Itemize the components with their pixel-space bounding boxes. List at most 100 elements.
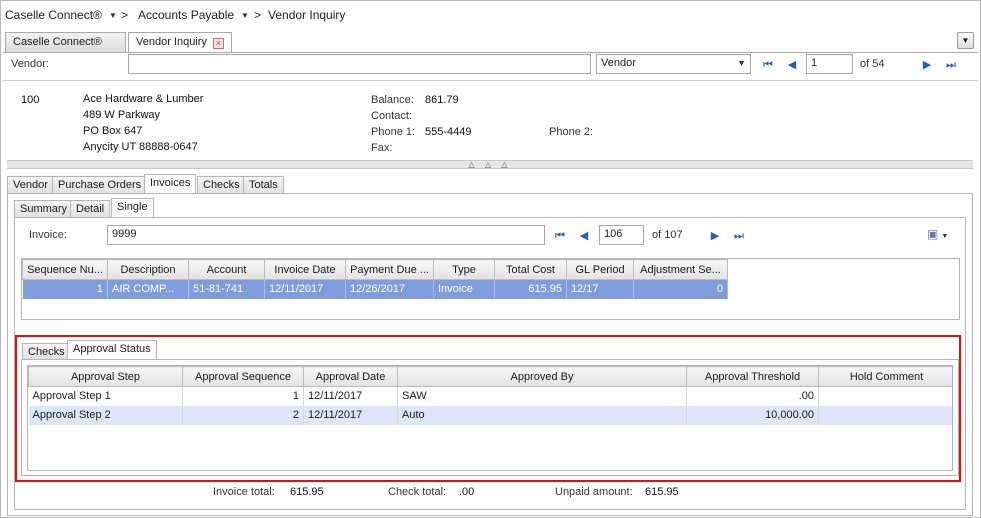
breadcrumb-separator: >: [121, 8, 129, 22]
tab-label: Caselle Connect®: [13, 36, 102, 48]
table-cell: .00: [686, 386, 819, 406]
previous-record-icon[interactable]: ◀: [784, 57, 800, 73]
vendor-name: Ace Hardware & Lumber: [83, 93, 204, 105]
column-header[interactable]: Payment Due ...: [345, 259, 434, 280]
phone1-value: 555-4449: [425, 126, 472, 138]
tab-vendor-inquiry[interactable]: Vendor Inquiry ×: [128, 32, 232, 53]
column-header[interactable]: Invoice Date: [264, 259, 346, 280]
vendor-address2: PO Box 647: [83, 125, 143, 137]
invoice-search-input[interactable]: 9999: [107, 225, 545, 245]
phone2-label: Phone 2:: [549, 126, 594, 138]
column-header[interactable]: Approval Step: [28, 366, 183, 387]
table-cell: 51-81-741: [188, 279, 265, 299]
tab-summary[interactable]: Summary: [14, 200, 74, 218]
vendor-search-input[interactable]: [128, 54, 591, 74]
previous-record-icon[interactable]: ◀: [576, 228, 592, 244]
table-cell: 615.95: [494, 279, 567, 299]
invoice-record-input[interactable]: 106: [599, 225, 644, 245]
column-header[interactable]: Total Cost: [494, 259, 567, 280]
divider: [3, 52, 978, 53]
table-cell: 12/11/2017: [303, 386, 398, 406]
tab-caselle-connect[interactable]: Caselle Connect®: [5, 32, 126, 52]
last-record-icon[interactable]: ⏭: [731, 228, 747, 244]
table-cell: 12/11/2017: [303, 405, 398, 425]
table-cell: Auto: [397, 405, 687, 425]
first-record-icon[interactable]: ⏮: [760, 57, 776, 73]
vendor-address1: 489 W Parkway: [83, 109, 161, 121]
table-cell: Approval Step 2: [28, 405, 183, 425]
column-header[interactable]: Description: [107, 259, 189, 280]
column-header[interactable]: Approved By: [397, 366, 687, 387]
column-header[interactable]: Type: [433, 259, 495, 280]
invoice-total-value: 615.95: [290, 486, 324, 498]
tab-purchase-orders[interactable]: Purchase Orders: [52, 176, 148, 194]
column-header[interactable]: Approval Sequence: [182, 366, 304, 387]
column-header[interactable]: Account: [188, 259, 265, 280]
chevron-down-icon[interactable]: ▼: [109, 11, 117, 20]
table-row[interactable]: Approval Step 1 1 12/11/2017 SAW .00: [28, 386, 952, 406]
vendor-label: Vendor:: [11, 58, 49, 70]
tab-approval-status[interactable]: Approval Status: [67, 340, 157, 359]
table-cell: 1: [22, 279, 108, 299]
record-number-input[interactable]: 1: [806, 54, 853, 74]
breadcrumb-app[interactable]: Caselle Connect®: [5, 8, 102, 22]
breadcrumb-module[interactable]: Accounts Payable: [138, 8, 234, 22]
next-record-icon[interactable]: ▶: [707, 228, 723, 244]
next-record-icon[interactable]: ▶: [919, 57, 935, 73]
table-cell: AIR COMP...: [107, 279, 189, 299]
vendor-id: 100: [21, 94, 40, 106]
column-header[interactable]: Approval Date: [303, 366, 398, 387]
first-record-icon[interactable]: ⏮: [552, 228, 568, 244]
tab-totals[interactable]: Totals: [243, 176, 284, 194]
check-total-value: .00: [459, 486, 475, 498]
divider: [3, 80, 978, 81]
column-header[interactable]: Adjustment Se...: [633, 259, 728, 280]
table-cell: 1: [182, 386, 304, 406]
lookup-field-select[interactable]: Vendor ▼: [596, 54, 751, 74]
invoice-label: Invoice:: [29, 229, 67, 241]
invoice-grid: Sequence Nu... Description Account Invoi…: [21, 258, 960, 320]
tab-checks[interactable]: Checks: [197, 176, 246, 194]
chevron-down-icon: ▼: [737, 58, 746, 68]
tab-single[interactable]: Single: [111, 198, 154, 217]
column-header[interactable]: GL Period: [566, 259, 634, 280]
table-row[interactable]: 1 AIR COMP... 51-81-741 12/11/2017 12/26…: [22, 279, 728, 299]
table-row[interactable]: Approval Step 2 2 12/11/2017 Auto 10,000…: [28, 405, 952, 425]
table-cell: 2: [182, 405, 304, 425]
close-tab-icon[interactable]: ×: [212, 38, 224, 49]
record-count: of 54: [860, 58, 885, 70]
breadcrumb-page: Vendor Inquiry: [268, 8, 346, 22]
table-cell: 0: [633, 279, 728, 299]
phone1-label: Phone 1:: [371, 126, 416, 138]
balance-label: Balance:: [371, 94, 414, 106]
table-cell: 12/26/2017: [345, 279, 434, 299]
invoice-record-count: of 107: [652, 229, 683, 241]
export-menu-icon[interactable]: ▣ ▼: [927, 227, 957, 243]
tab-list-dropdown-button[interactable]: ▼: [957, 32, 974, 49]
table-cell: [818, 386, 952, 406]
table-cell: SAW: [397, 386, 687, 406]
fax-label: Fax:: [371, 142, 393, 154]
chevron-down-icon[interactable]: ▼: [241, 11, 249, 20]
column-header[interactable]: Hold Comment: [818, 366, 952, 387]
unpaid-amount-value: 615.95: [645, 486, 679, 498]
column-header[interactable]: Sequence Nu...: [22, 259, 108, 280]
lookup-field-value: Vendor: [601, 57, 636, 69]
panel-splitter[interactable]: △ △ △: [7, 160, 973, 169]
table-cell: [818, 405, 952, 425]
check-total-label: Check total:: [388, 486, 447, 498]
tab-label: Vendor Inquiry: [136, 36, 207, 48]
table-cell: Approval Step 1: [28, 386, 183, 406]
table-cell: Invoice: [433, 279, 495, 299]
tab-detail[interactable]: Detail: [70, 200, 111, 218]
last-record-icon[interactable]: ⏭: [943, 57, 959, 73]
tab-invoices[interactable]: Invoices: [144, 174, 197, 193]
breadcrumb-separator: >: [254, 8, 262, 22]
table-cell: 12/11/2017: [264, 279, 346, 299]
vendor-city-line: Anycity UT 88888-0647: [83, 141, 198, 153]
table-cell: 10,000.00: [686, 405, 819, 425]
contact-label: Contact:: [371, 110, 412, 122]
invoice-total-label: Invoice total:: [213, 486, 275, 498]
column-header[interactable]: Approval Threshold: [686, 366, 819, 387]
tab-vendor[interactable]: Vendor: [7, 176, 54, 194]
